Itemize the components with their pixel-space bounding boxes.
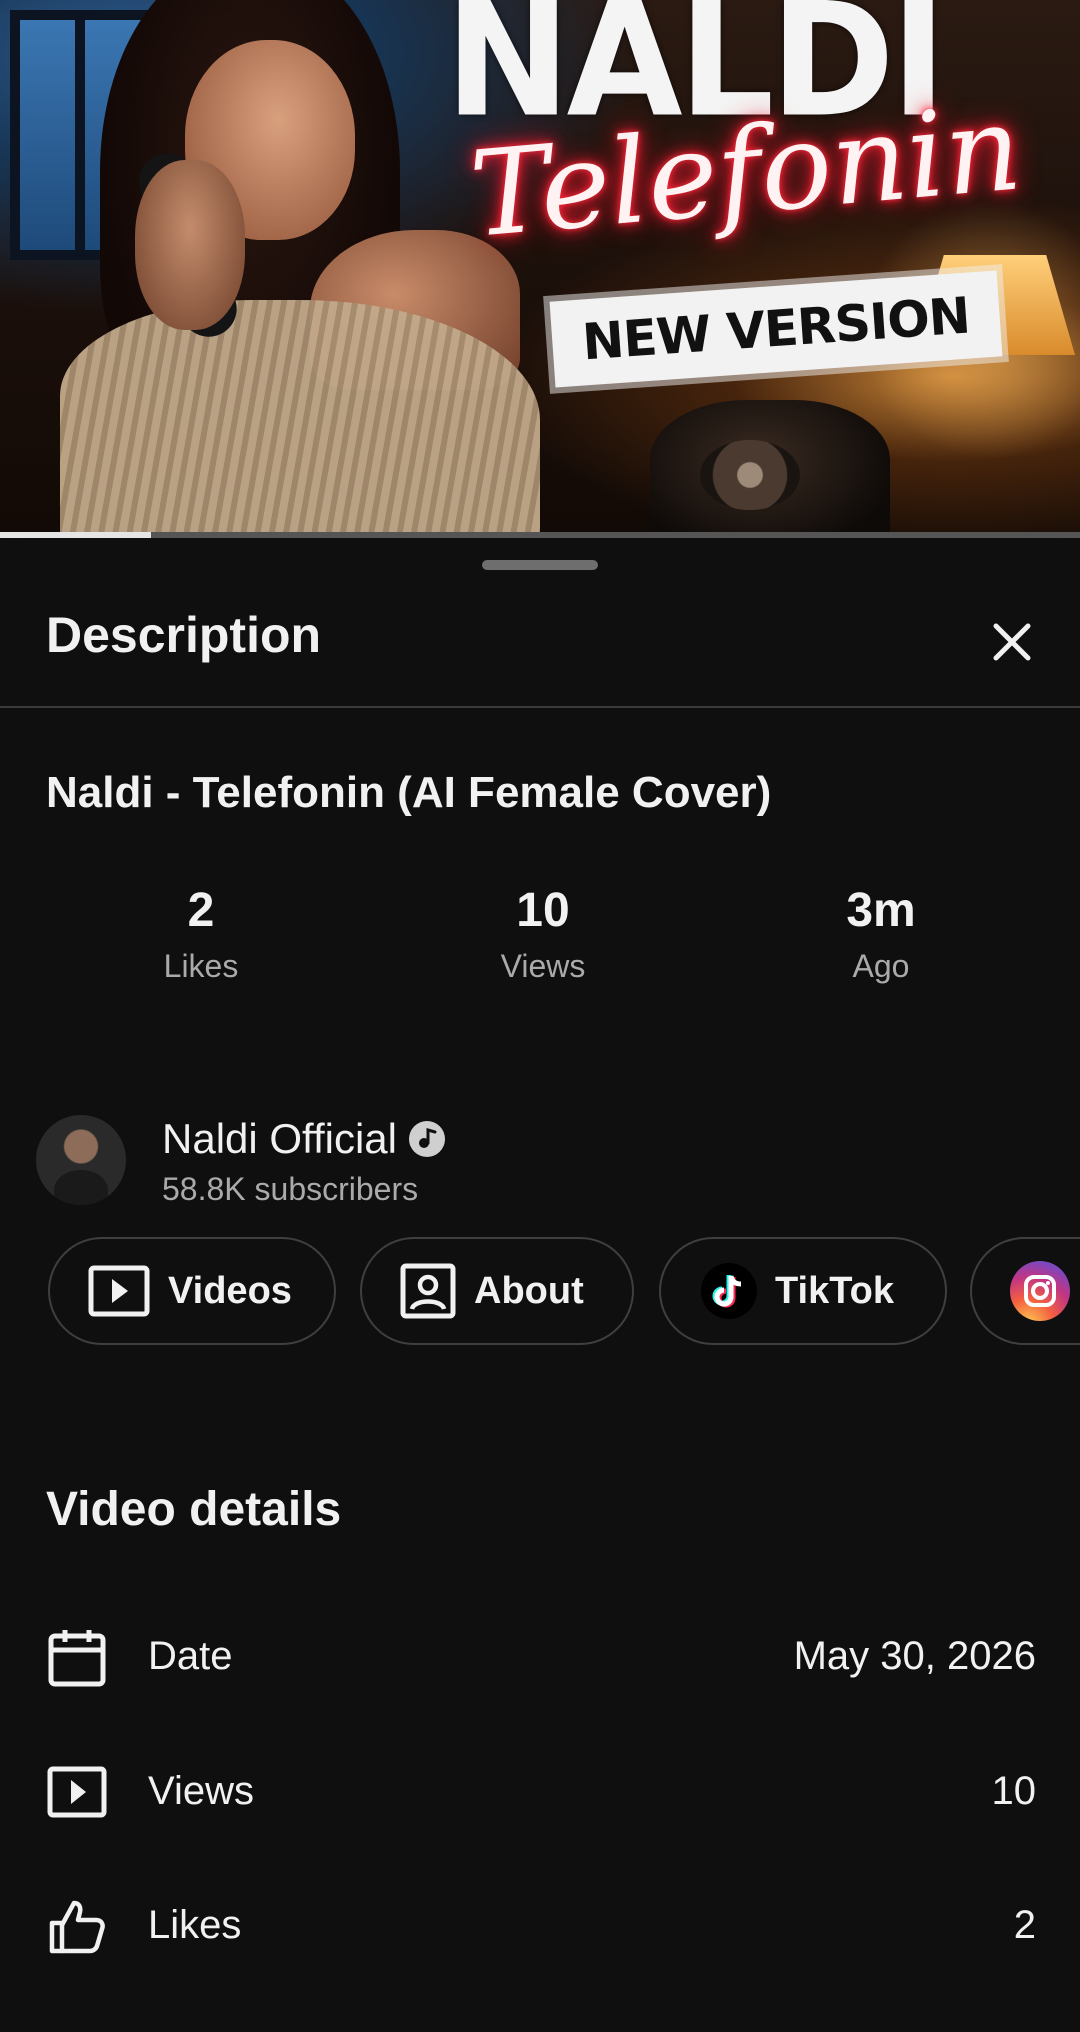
detail-likes-label: Likes xyxy=(148,1903,242,1947)
profile-card-icon xyxy=(400,1263,456,1319)
chip-about[interactable]: About xyxy=(360,1237,634,1345)
stat-likes-value: 2 xyxy=(187,884,215,937)
verified-music-icon xyxy=(407,1119,447,1159)
detail-date-label: Date xyxy=(148,1634,233,1678)
stat-views-label: Views xyxy=(500,947,586,984)
close-button[interactable] xyxy=(982,612,1042,672)
stat-likes-label: Likes xyxy=(163,947,239,984)
stat-ago: 3m Ago xyxy=(781,884,981,985)
instagram-icon xyxy=(1010,1261,1070,1321)
video-player[interactable]: NALDI Telefonin NEW VERSION xyxy=(0,0,1080,538)
play-box-icon xyxy=(88,1265,150,1317)
chip-videos-label: Videos xyxy=(168,1269,292,1312)
detail-views-value: 10 xyxy=(991,1769,1037,1813)
chip-tiktok[interactable]: TikTok xyxy=(659,1237,947,1345)
channel-links: Videos About TikTok xyxy=(48,1237,1080,1349)
description-sheet: Description Naldi - Telefonin (AI Female… xyxy=(0,540,1080,2032)
hand xyxy=(135,160,245,330)
stat-views: 10 Views xyxy=(443,884,643,985)
video-details-title: Video details xyxy=(46,1483,342,1536)
video-progress-bar[interactable] xyxy=(0,532,1080,538)
channel-name-line: Naldi Official xyxy=(162,1115,447,1163)
channel-row[interactable]: Naldi Official 58.8K subscribers xyxy=(36,1115,936,1215)
channel-name: Naldi Official xyxy=(162,1115,397,1162)
chip-instagram[interactable] xyxy=(970,1237,1080,1345)
drag-handle[interactable] xyxy=(482,560,598,570)
chip-tiktok-label: TikTok xyxy=(775,1269,894,1312)
channel-subscribers: 58.8K subscribers xyxy=(162,1171,419,1207)
play-box-icon xyxy=(47,1766,107,1818)
channel-avatar[interactable] xyxy=(36,1115,126,1205)
detail-date-value: May 30, 2026 xyxy=(793,1634,1036,1678)
stat-likes: 2 Likes xyxy=(101,884,301,985)
stat-views-value: 10 xyxy=(516,884,570,937)
tiktok-icon xyxy=(701,1263,757,1319)
detail-row-views: Views 10 xyxy=(46,1757,1036,1827)
calendar-icon xyxy=(48,1630,106,1687)
detail-row-date: Date May 30, 2026 xyxy=(46,1622,1036,1692)
video-title: Naldi - Telefonin (AI Female Cover) xyxy=(46,768,772,817)
divider xyxy=(0,706,1080,708)
rotary-dial xyxy=(700,440,800,510)
detail-row-likes: Likes 2 xyxy=(46,1891,1036,1961)
close-icon xyxy=(993,623,1031,661)
stat-ago-value: 3m xyxy=(846,884,916,937)
video-progress-fill xyxy=(0,532,152,538)
chip-videos[interactable]: Videos xyxy=(48,1237,336,1345)
stat-ago-label: Ago xyxy=(852,947,910,984)
sheet-title: Description xyxy=(46,607,322,663)
detail-likes-value: 2 xyxy=(1013,1903,1036,1947)
sweater xyxy=(60,300,540,538)
thumbs-up-icon xyxy=(49,1900,105,1954)
chip-about-label: About xyxy=(474,1269,584,1312)
woman-figure xyxy=(60,0,540,538)
detail-views-label: Views xyxy=(148,1769,254,1813)
